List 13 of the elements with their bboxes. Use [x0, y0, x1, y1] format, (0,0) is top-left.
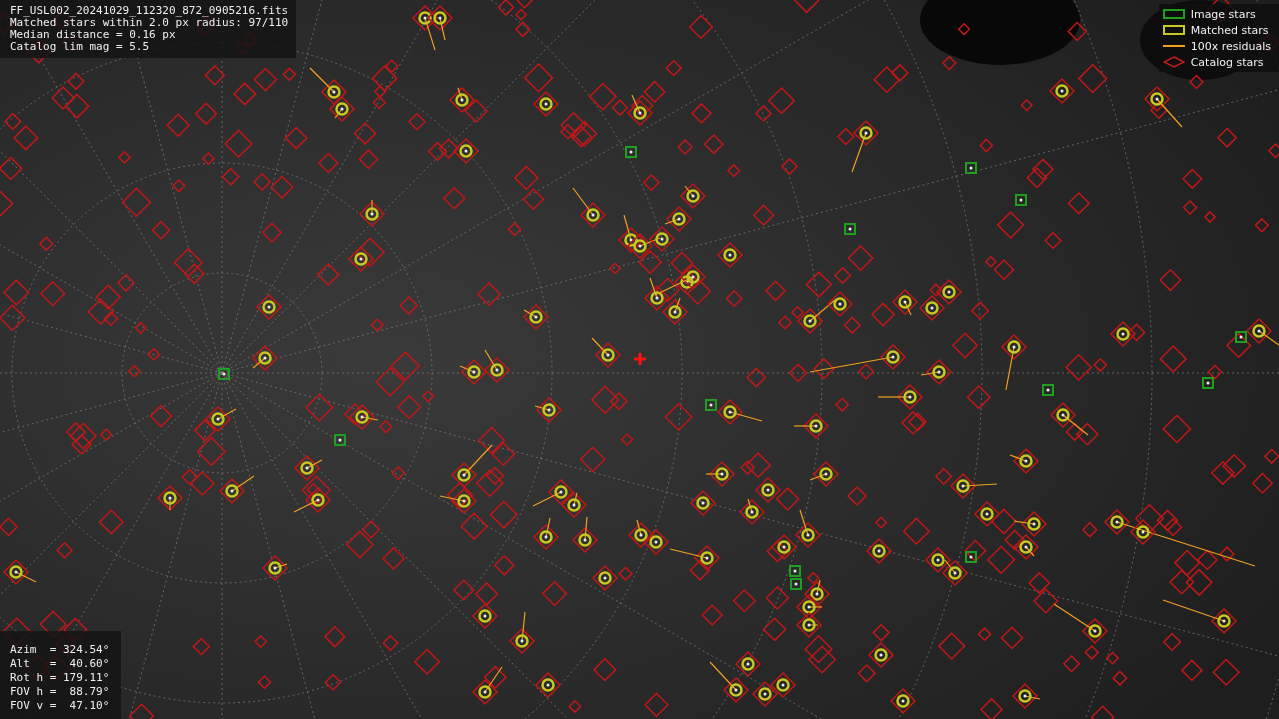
info-text: Median distance = 0.16 px [10, 29, 177, 41]
pointing-text: FOV v = 47.10° [10, 699, 110, 713]
info-text: Catalog lim mag = 5.5 [10, 41, 151, 53]
info-text: Matched stars within 2.0 px radius: 97/110 [10, 17, 289, 29]
pointing-text: FOV h = 88.79° [10, 685, 110, 699]
info-text: FF_USL002_20241029_112320_872_0905216.fits [10, 5, 289, 17]
legend-label: Catalog stars [1190, 55, 1264, 69]
pointing-text: Rot h = 179.11° [10, 671, 110, 685]
legend-label: 100x residuals [1190, 39, 1271, 53]
pointing-text: Alt = 40.60° [10, 657, 110, 671]
legend-label: Matched stars [1190, 23, 1269, 37]
pointing-text: Azim = 324.54° [10, 643, 110, 657]
legend-label: Image stars [1190, 7, 1256, 21]
